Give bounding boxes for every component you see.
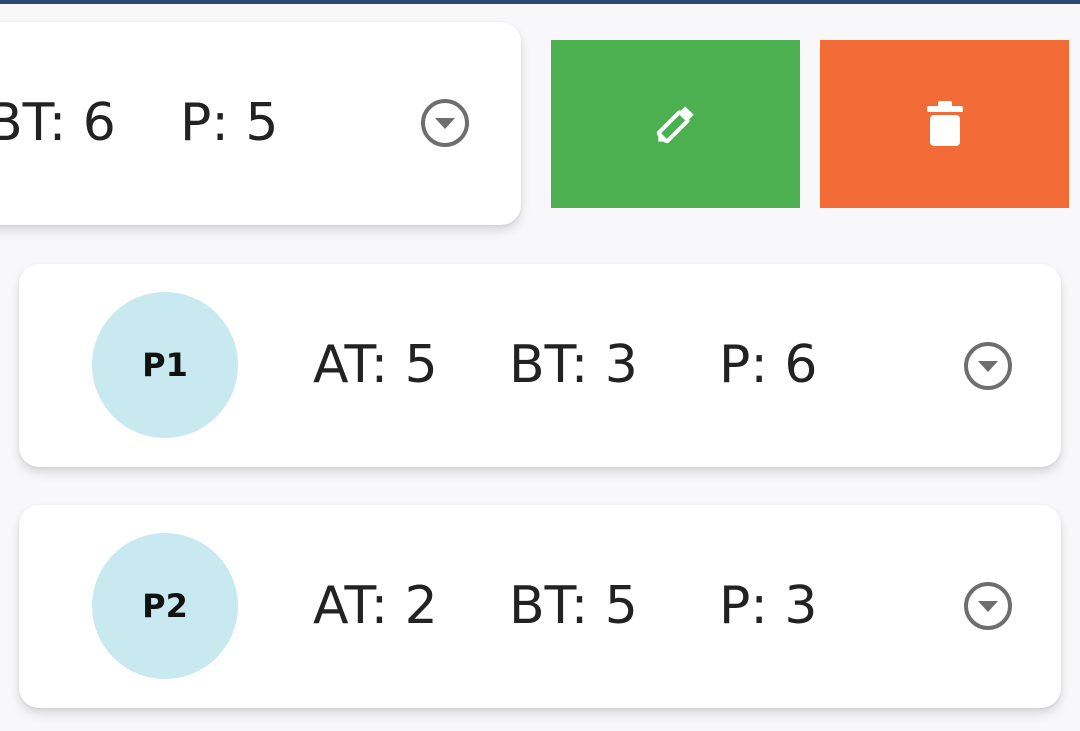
burst-time-text: BT: 5 <box>509 576 638 636</box>
process-card-p1[interactable]: P1 AT: 5 BT: 3 P: 6 <box>19 264 1061 467</box>
process-card-p2[interactable]: P2 AT: 2 BT: 5 P: 3 <box>19 505 1061 708</box>
process-avatar: P2 <box>92 533 238 679</box>
trash-icon <box>926 101 963 146</box>
burst-time-text: BT: 3 <box>509 335 638 395</box>
edit-button[interactable] <box>551 40 800 208</box>
priority-text: P: 6 <box>719 335 818 395</box>
priority-text: P: 5 <box>180 93 279 153</box>
arrival-time-text: AT: 5 <box>313 335 438 395</box>
process-avatar: P1 <box>92 292 238 438</box>
burst-time-text: BT: 6 <box>0 93 116 153</box>
pencil-icon <box>656 106 694 144</box>
top-app-bar-edge <box>0 0 1080 4</box>
chevron-down-circle-icon[interactable] <box>420 98 470 148</box>
chevron-down-circle-icon[interactable] <box>963 581 1013 631</box>
arrival-time-text: AT: 2 <box>313 576 438 636</box>
swiped-process-card[interactable]: BT: 6 P: 5 <box>0 22 521 225</box>
process-id-label: P2 <box>142 587 188 625</box>
priority-text: P: 3 <box>719 576 818 636</box>
chevron-down-circle-icon[interactable] <box>963 341 1013 391</box>
process-id-label: P1 <box>142 346 188 384</box>
delete-button[interactable] <box>820 40 1069 208</box>
